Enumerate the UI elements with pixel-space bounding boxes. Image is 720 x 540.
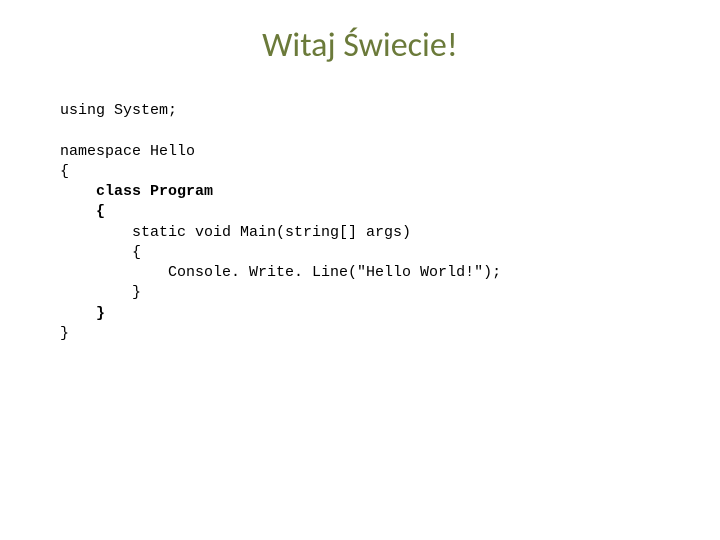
code-line: { [60,203,105,220]
code-line: Console. Write. Line("Hello World!"); [60,264,501,281]
code-line: { [60,244,141,261]
code-line: } [60,325,69,342]
code-line: { [60,163,69,180]
page-title: Witaj Świecie! [60,25,660,66]
code-line: } [60,284,141,301]
code-line: } [60,305,105,322]
code-line: namespace Hello [60,143,195,160]
code-line: using System; [60,102,177,119]
code-block: using System; namespace Hello { class Pr… [60,101,660,344]
code-line: class Program [60,183,213,200]
slide: Witaj Świecie! using System; namespace H… [0,0,720,540]
code-line: static void Main(string[] args) [60,224,411,241]
